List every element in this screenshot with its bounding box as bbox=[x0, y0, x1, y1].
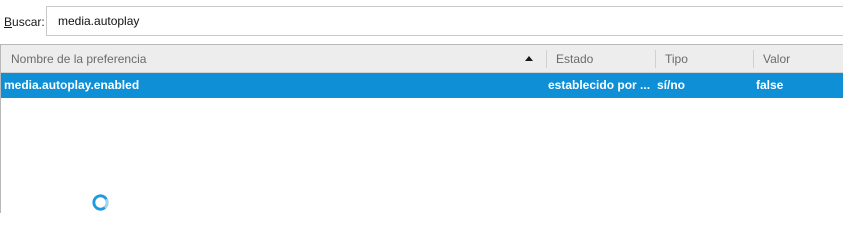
search-input[interactable] bbox=[46, 6, 843, 36]
pref-name-cell: media.autoplay.enabled bbox=[4, 78, 140, 92]
about-config-page: Buscar: Nombre de la preferencia Estado … bbox=[0, 0, 843, 213]
preferences-table: Nombre de la preferencia Estado Tipo Val… bbox=[0, 44, 843, 213]
search-bar: Buscar: bbox=[0, 0, 843, 44]
column-header-type[interactable]: Tipo bbox=[656, 45, 754, 72]
table-row[interactable]: media.autoplay.enabled establecido por .… bbox=[1, 73, 843, 98]
pref-state-cell: establecido por ... bbox=[548, 78, 651, 92]
column-header-state[interactable]: Estado bbox=[547, 45, 656, 72]
column-header-value[interactable]: Valor bbox=[754, 45, 843, 72]
pref-type-cell: sí/no bbox=[657, 78, 686, 92]
loading-spinner-icon bbox=[92, 194, 109, 211]
table-header: Nombre de la preferencia Estado Tipo Val… bbox=[1, 45, 843, 73]
sort-ascending-icon bbox=[525, 56, 533, 61]
column-header-name[interactable]: Nombre de la preferencia bbox=[1, 45, 547, 72]
pref-value-cell: false bbox=[756, 78, 784, 92]
search-label: Buscar: bbox=[4, 15, 45, 29]
